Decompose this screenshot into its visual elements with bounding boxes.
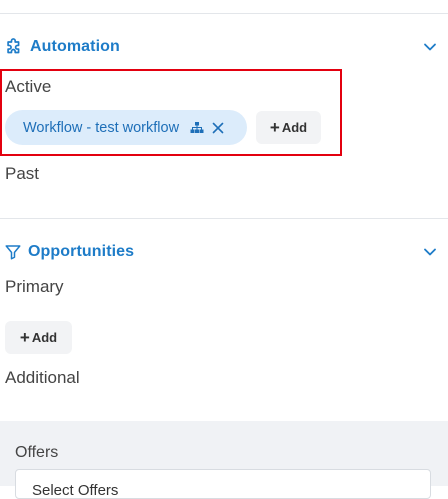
chevron-down-icon[interactable] — [420, 37, 440, 57]
top-divider — [0, 13, 448, 14]
filter-icon — [4, 243, 22, 261]
primary-label: Primary — [5, 277, 64, 296]
close-icon[interactable] — [212, 122, 224, 134]
offers-select[interactable]: Select Offers — [15, 469, 431, 499]
offers-select-text: Select Offers — [32, 482, 119, 499]
plus-icon: + — [19, 328, 30, 347]
chevron-down-icon[interactable] — [420, 242, 440, 262]
opportunities-header[interactable]: Opportunities — [4, 240, 440, 264]
opportunities-add-button[interactable]: + Add — [5, 321, 72, 354]
automation-add-label: Add — [281, 120, 308, 135]
automation-title: Automation — [30, 38, 120, 55]
opportunities-title: Opportunities — [28, 243, 135, 260]
puzzle-icon — [4, 37, 24, 57]
automation-header[interactable]: Automation — [4, 35, 440, 59]
past-label: Past — [5, 164, 40, 183]
opportunities-add-label: Add — [31, 330, 58, 345]
workflow-chip[interactable]: Workflow - test workflow — [5, 110, 247, 145]
automation-add-button[interactable]: + Add — [256, 111, 321, 144]
workflow-chip-label: Workflow - test workflow — [23, 119, 180, 136]
section-divider — [0, 218, 448, 219]
additional-label: Additional — [5, 368, 80, 387]
sitemap-icon — [190, 121, 204, 135]
plus-icon: + — [269, 118, 280, 137]
offers-label: Offers — [15, 444, 59, 461]
